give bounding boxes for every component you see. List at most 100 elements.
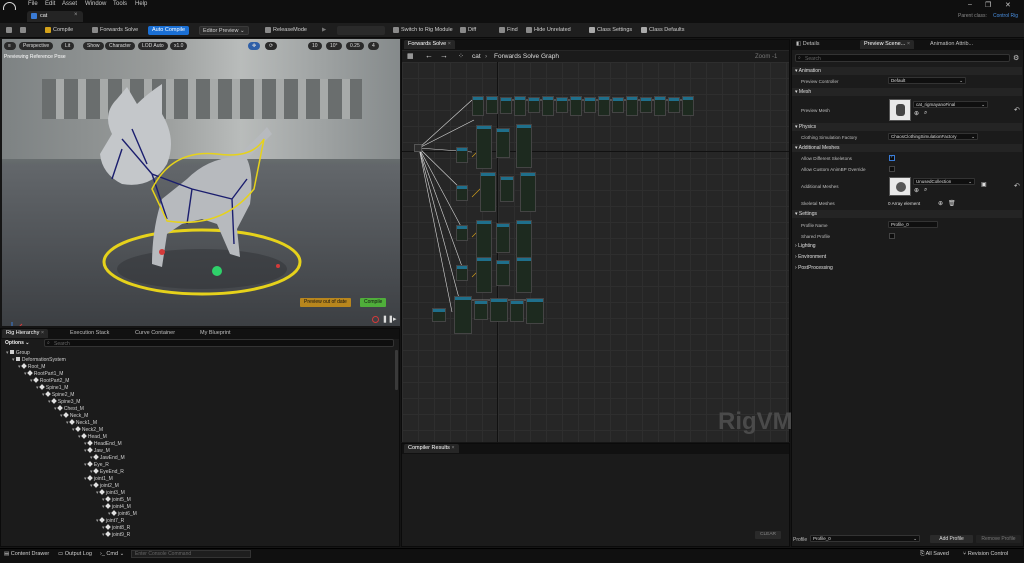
menu-help[interactable]: Help bbox=[135, 1, 147, 7]
viewport-menu-icon[interactable]: ≡ bbox=[4, 42, 16, 50]
rig-unit-node[interactable] bbox=[490, 298, 508, 322]
tab-curve-container[interactable]: Curve Container bbox=[135, 329, 175, 338]
menu-window[interactable]: Window bbox=[85, 1, 106, 7]
hierarchy-item[interactable]: ▾ DeformationSystem bbox=[12, 357, 66, 363]
rig-unit-node[interactable] bbox=[626, 96, 638, 116]
rig-unit-node[interactable] bbox=[640, 97, 652, 113]
menu-edit[interactable]: Edit bbox=[45, 1, 55, 7]
section-physics[interactable]: ▾ Physics bbox=[792, 123, 1022, 131]
tab-animation-attributes[interactable]: Animation Attrib... bbox=[930, 40, 973, 49]
use-selected-icon[interactable]: ⊕ bbox=[914, 110, 919, 117]
rig-unit-node[interactable] bbox=[486, 96, 498, 114]
step-icon[interactable]: ▸ bbox=[393, 315, 397, 323]
hierarchy-scrollbar[interactable] bbox=[395, 350, 398, 390]
rig-unit-node[interactable] bbox=[480, 172, 496, 212]
rig-unit-node[interactable] bbox=[668, 97, 680, 113]
rotate-tool-icon[interactable]: ⟳ bbox=[265, 42, 278, 50]
rig-unit-node[interactable] bbox=[516, 220, 532, 262]
content-drawer-button[interactable]: ▤ Content Drawer bbox=[4, 551, 49, 557]
rig-unit-node[interactable] bbox=[496, 223, 510, 253]
character-button[interactable]: Character bbox=[105, 42, 135, 50]
hierarchy-item[interactable]: ▾ Chest_M bbox=[54, 405, 84, 412]
hierarchy-item[interactable]: ▾ JawEnd_M bbox=[90, 454, 125, 461]
clothing-factory-dropdown[interactable]: ChaosClothingSimulationFactory ⌄ bbox=[888, 133, 978, 140]
release-mode-button[interactable]: ReleaseMode bbox=[265, 26, 307, 35]
rig-unit-node[interactable] bbox=[598, 96, 610, 116]
rig-unit-node[interactable] bbox=[542, 96, 554, 116]
settings-icon[interactable]: ⚙ bbox=[1013, 54, 1019, 62]
hierarchy-item[interactable]: ▾ joint1_M bbox=[84, 475, 113, 482]
tab-rig-hierarchy[interactable]: Rig Hierarchy × bbox=[2, 329, 49, 338]
save-collection-icon[interactable]: ▣ bbox=[981, 181, 987, 188]
lit-button[interactable]: Lit bbox=[61, 42, 75, 50]
breadcrumb-graph[interactable]: Forwards Solve Graph bbox=[494, 53, 559, 60]
rig-unit-node[interactable] bbox=[476, 125, 492, 169]
hierarchy-item[interactable]: ▾ joint4_M bbox=[102, 503, 131, 510]
allow-different-skeletons-checkbox[interactable]: ✓ bbox=[889, 154, 895, 161]
reset-arrow-icon[interactable]: ↶ bbox=[1014, 106, 1020, 114]
rig-unit-node[interactable] bbox=[682, 96, 694, 116]
close-window-icon[interactable]: ✕ bbox=[1005, 1, 1011, 9]
hierarchy-item[interactable]: ▾ Spine3_M bbox=[48, 398, 80, 405]
additional-meshes-dropdown[interactable]: UnusedCollection ⌄ bbox=[913, 178, 975, 185]
profile-selector-dropdown[interactable]: Profile_0 ⌄ bbox=[810, 535, 920, 542]
hierarchy-item[interactable]: ▾ joint3_M bbox=[96, 489, 125, 496]
console-command-input[interactable]: Enter Console Command bbox=[131, 550, 251, 558]
rig-unit-node[interactable] bbox=[476, 257, 492, 293]
graph-tree-icon[interactable]: ⁘ bbox=[458, 52, 464, 60]
perspective-button[interactable]: Perspective bbox=[19, 42, 54, 50]
compile-button[interactable]: Compile bbox=[45, 26, 73, 35]
rig-unit-node[interactable] bbox=[500, 176, 514, 202]
section-settings[interactable]: ▾ Settings bbox=[792, 210, 1022, 218]
preview-mesh-dropdown[interactable]: cat_rigmayanoFinal ⌄ bbox=[913, 101, 988, 108]
close-tab-icon[interactable]: × bbox=[448, 41, 451, 47]
translate-tool-icon[interactable]: ✥ bbox=[248, 42, 261, 50]
editor-preview-dropdown[interactable]: Editor Preview ⌄ bbox=[199, 26, 249, 35]
hierarchy-item[interactable]: ▾ Jaw_M bbox=[84, 447, 110, 454]
rig-unit-node[interactable] bbox=[520, 172, 536, 212]
browse-asset-icon[interactable]: ⌕ bbox=[924, 110, 927, 117]
lod-button[interactable]: LOD Auto bbox=[138, 42, 168, 50]
section-lighting[interactable]: › Lighting bbox=[792, 242, 1022, 250]
browse-icon[interactable] bbox=[20, 26, 28, 35]
rig-unit-node[interactable] bbox=[516, 124, 532, 168]
parent-class-link[interactable]: Control Rig bbox=[993, 13, 1018, 19]
document-tab-cat[interactable]: cat × bbox=[27, 11, 83, 22]
hierarchy-item[interactable]: ▾ joint7_R bbox=[96, 517, 124, 524]
hierarchy-item[interactable]: ▾ Spine1_M bbox=[36, 384, 68, 391]
rig-unit-node[interactable] bbox=[496, 128, 510, 158]
hierarchy-item[interactable]: ▾ Spine2_M bbox=[42, 391, 74, 398]
allow-custom-animbp-checkbox[interactable] bbox=[889, 166, 895, 172]
rig-unit-node[interactable] bbox=[514, 96, 526, 116]
section-postprocessing[interactable]: › PostProcessing bbox=[792, 264, 1022, 272]
rig-unit-node[interactable] bbox=[432, 308, 446, 322]
rig-unit-node[interactable] bbox=[496, 260, 510, 286]
minimize-icon[interactable]: – bbox=[968, 1, 972, 8]
shared-profile-checkbox[interactable] bbox=[889, 233, 895, 239]
rig-unit-node[interactable] bbox=[516, 257, 532, 293]
tab-execution-stack[interactable]: Execution Stack bbox=[70, 329, 109, 338]
menu-asset[interactable]: Asset bbox=[62, 1, 77, 7]
preview-mesh-thumbnail[interactable] bbox=[889, 99, 911, 121]
find-button[interactable]: Find bbox=[499, 26, 518, 35]
hierarchy-item[interactable]: ▾ Eye_R bbox=[84, 461, 109, 468]
hierarchy-item[interactable]: ▾ Group bbox=[6, 350, 30, 356]
output-log-button[interactable]: ▭ Output Log bbox=[58, 551, 92, 557]
rig-unit-node[interactable] bbox=[556, 97, 568, 113]
forwards-solve-button[interactable]: Forwards Solve bbox=[92, 26, 138, 35]
save-icon[interactable] bbox=[6, 26, 14, 35]
tab-forwards-solve[interactable]: Forwards Solve × bbox=[404, 40, 455, 49]
hierarchy-item[interactable]: ▾ joint5_M bbox=[102, 496, 131, 503]
rig-unit-node[interactable] bbox=[528, 97, 540, 113]
viewport-compile-button[interactable]: Compile bbox=[360, 298, 387, 307]
add-element-icon[interactable]: ⊕ bbox=[938, 200, 943, 207]
hierarchy-search-input[interactable]: ⌕ Search bbox=[44, 339, 394, 347]
rig-unit-node[interactable] bbox=[474, 300, 488, 320]
rig-unit-node[interactable] bbox=[456, 265, 468, 281]
scale-snap-value[interactable]: 0.25 bbox=[346, 42, 364, 50]
breadcrumb-root[interactable]: cat bbox=[472, 53, 481, 60]
entry-node[interactable] bbox=[414, 144, 422, 152]
rig-unit-node[interactable] bbox=[454, 296, 472, 334]
tab-compiler-results[interactable]: Compiler Results × bbox=[404, 444, 459, 453]
close-tab-icon[interactable]: × bbox=[41, 330, 44, 336]
